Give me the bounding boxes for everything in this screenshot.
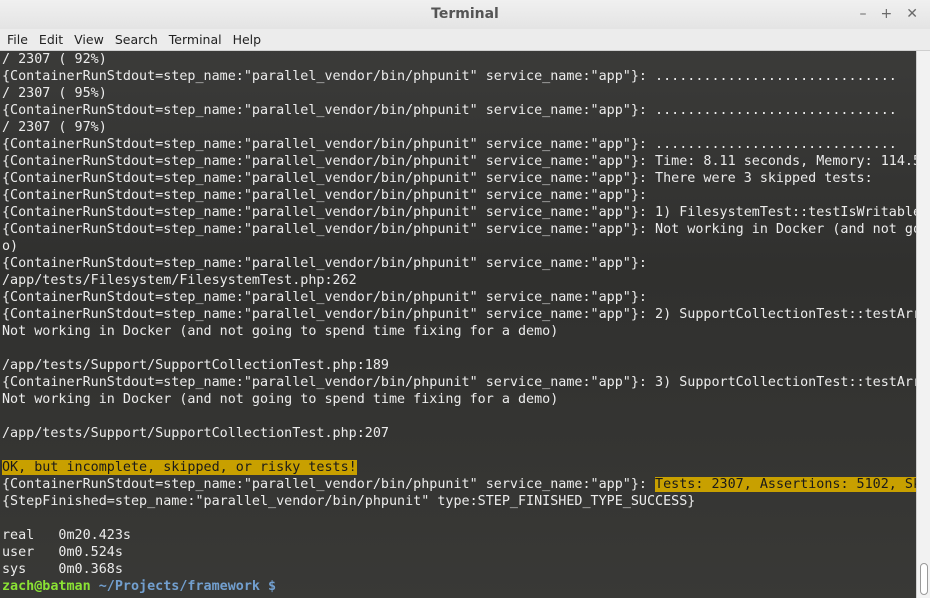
vertical-scrollbar[interactable] bbox=[916, 51, 930, 598]
output-line: o) bbox=[2, 238, 18, 255]
output-line: {ContainerRunStdout=step_name:"parallel_… bbox=[2, 136, 897, 153]
status-ok-line: OK, but incomplete, skipped, or risky te… bbox=[2, 459, 357, 476]
output-line: Not working in Docker (and not going to … bbox=[2, 323, 558, 340]
time-user-line: user 0m0.524s bbox=[2, 544, 123, 561]
window-title: Terminal bbox=[431, 0, 499, 29]
menu-search[interactable]: Search bbox=[115, 29, 158, 51]
terminal-window: Terminal – + ✕ File Edit View Search Ter… bbox=[0, 0, 930, 598]
menu-help[interactable]: Help bbox=[233, 29, 262, 51]
prompt-user: zach@batman bbox=[2, 579, 91, 594]
output-line: {ContainerRunStdout=step_name:"parallel_… bbox=[2, 306, 916, 323]
prompt-sign: $ bbox=[260, 579, 276, 594]
output-line: / 2307 ( 95%) bbox=[2, 85, 107, 102]
tests-summary-highlight: Tests: 2307, Assertions: 5102, Sk bbox=[655, 477, 916, 492]
menu-terminal[interactable]: Terminal bbox=[169, 29, 222, 51]
tests-summary-line: {ContainerRunStdout=step_name:"parallel_… bbox=[2, 476, 916, 493]
ok-highlight: OK, but incomplete, skipped, or risky te… bbox=[2, 460, 357, 475]
output-line: {ContainerRunStdout=step_name:"parallel_… bbox=[2, 221, 916, 238]
maximize-button[interactable]: + bbox=[881, 0, 893, 29]
menu-view[interactable]: View bbox=[74, 29, 104, 51]
output-line: {ContainerRunStdout=step_name:"parallel_… bbox=[2, 289, 647, 306]
output-line: / 2307 ( 92%) bbox=[2, 51, 107, 68]
output-line: {StepFinished=step_name:"parallel_vendor… bbox=[2, 493, 695, 510]
output-line: Not working in Docker (and not going to … bbox=[2, 391, 558, 408]
output-line: {ContainerRunStdout=step_name:"parallel_… bbox=[2, 68, 897, 85]
output-line: {ContainerRunStdout=step_name:"parallel_… bbox=[2, 204, 916, 221]
output-line: {ContainerRunStdout=step_name:"parallel_… bbox=[2, 153, 916, 170]
menu-edit[interactable]: Edit bbox=[39, 29, 63, 51]
menu-file[interactable]: File bbox=[7, 29, 28, 51]
output-line: {ContainerRunStdout=step_name:"parallel_… bbox=[2, 374, 916, 391]
menu-bar: File Edit View Search Terminal Help bbox=[0, 29, 930, 51]
output-line: {ContainerRunStdout=step_name:"parallel_… bbox=[2, 187, 647, 204]
tests-summary-prefix: {ContainerRunStdout=step_name:"parallel_… bbox=[2, 477, 655, 492]
time-real-line: real 0m20.423s bbox=[2, 527, 131, 544]
shell-prompt[interactable]: zach@batman ~/Projects/framework $ bbox=[2, 578, 276, 595]
close-button[interactable]: ✕ bbox=[906, 0, 918, 29]
output-line: {ContainerRunStdout=step_name:"parallel_… bbox=[2, 102, 897, 119]
terminal-output[interactable]: / 2307 ( 92%) {ContainerRunStdout=step_n… bbox=[0, 51, 916, 598]
output-line: / 2307 ( 97%) bbox=[2, 119, 107, 136]
output-line: {ContainerRunStdout=step_name:"parallel_… bbox=[2, 170, 873, 187]
output-line: /app/tests/Filesystem/FilesystemTest.php… bbox=[2, 272, 357, 289]
scrollbar-thumb[interactable] bbox=[920, 563, 928, 595]
output-line: {ContainerRunStdout=step_name:"parallel_… bbox=[2, 255, 647, 272]
prompt-path: ~/Projects/framework bbox=[91, 579, 260, 594]
window-controls: – + ✕ bbox=[860, 0, 918, 29]
output-line: /app/tests/Support/SupportCollectionTest… bbox=[2, 357, 389, 374]
time-sys-line: sys 0m0.368s bbox=[2, 561, 123, 578]
output-line: /app/tests/Support/SupportCollectionTest… bbox=[2, 425, 389, 442]
title-bar[interactable]: Terminal – + ✕ bbox=[0, 0, 930, 29]
minimize-button[interactable]: – bbox=[860, 0, 867, 29]
